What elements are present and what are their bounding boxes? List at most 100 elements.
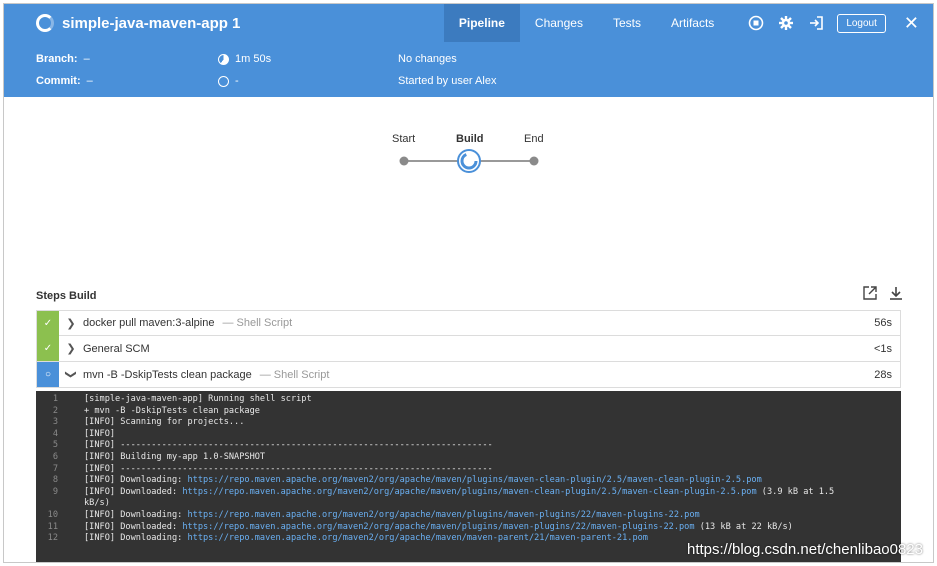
line-content: [INFO] Downloading:	[84, 533, 188, 544]
stage-label-end: End	[524, 133, 544, 145]
line-number: 8	[52, 475, 58, 486]
line-text: [INFO]	[84, 429, 854, 441]
step-row[interactable]: ○ ❯ mvn -B -DskipTests clean package — S…	[36, 362, 901, 388]
duration-icon	[218, 53, 229, 65]
step-duration: <1s	[873, 342, 892, 355]
line-text: [INFO] Downloading: https://repo.maven.a…	[84, 475, 854, 487]
started-by-value: Started by user Alex	[398, 75, 497, 87]
stage-label-start: Start	[392, 133, 416, 145]
step-name: General SCM	[83, 342, 150, 355]
console-line: 10 [INFO] Downloading: https://repo.maven…	[36, 510, 901, 522]
running-status-icon: ○	[37, 362, 59, 387]
chevron-right-icon[interactable]: ❯	[63, 317, 79, 330]
console-line: 9 [INFO] Downloaded: https://repo.maven.a…	[36, 487, 901, 510]
line-number: 3	[52, 417, 58, 428]
pipeline-graph: Start Build End	[4, 97, 933, 277]
line-content: [INFO] ---------------------------------…	[84, 463, 493, 474]
line-text: [INFO] Building my-app 1.0-SNAPSHOT	[84, 452, 854, 464]
line-content: [simple-java-maven-app] Running shell sc…	[84, 394, 312, 404]
run-summary: Branch: – Commit: – 1m 50s - No changes …	[4, 42, 933, 97]
console-line: 3 [INFO] Scanning for projects...	[36, 417, 901, 429]
stage-node-start[interactable]	[399, 156, 409, 166]
stage-connector	[399, 149, 539, 173]
log-link[interactable]: https://repo.maven.apache.org/maven2/org…	[182, 487, 756, 497]
console-line: 6 [INFO] Building my-app 1.0-SNAPSHOT	[36, 452, 901, 464]
line-number: 4	[52, 428, 58, 439]
step-name: docker pull maven:3-alpine	[83, 317, 215, 329]
logout-button[interactable]: Logout	[837, 13, 886, 33]
duration-info: 1m 50s	[218, 53, 271, 65]
time-info: -	[218, 75, 239, 87]
started-by-info: Started by user Alex	[398, 75, 496, 87]
stage-label-build: Build	[456, 133, 484, 145]
console-line: 2 + mvn -B -DskipTests clean package	[36, 406, 901, 418]
commit-label: Commit:	[36, 75, 81, 87]
console-log[interactable]: 1 [simple-java-maven-app] Running shell s…	[36, 391, 901, 562]
line-text: [INFO] Downloaded: https://repo.maven.ap…	[84, 522, 854, 534]
chevron-down-icon[interactable]: ❯	[65, 367, 78, 383]
steps-list: ✓ ❯ docker pull maven:3-alpine — Shell S…	[36, 310, 901, 388]
step-row[interactable]: ✓ ❯ docker pull maven:3-alpine — Shell S…	[36, 310, 901, 336]
download-icon[interactable]	[889, 286, 903, 305]
line-number: 10	[47, 509, 58, 520]
open-in-new-icon[interactable]	[863, 286, 877, 305]
exit-icon[interactable]	[807, 14, 825, 32]
close-icon[interactable]: ✕	[904, 13, 919, 34]
line-number: 7	[52, 463, 58, 474]
duration-value: 1m 50s	[235, 53, 272, 65]
line-number: 5	[52, 440, 58, 451]
tab-changes[interactable]: Changes	[520, 4, 598, 42]
commit-info: Commit: –	[36, 75, 93, 87]
line-content: + mvn -B -DskipTests clean package	[84, 405, 260, 416]
line-number: 9	[52, 486, 58, 497]
tab-tests[interactable]: Tests	[598, 4, 656, 42]
line-content: [INFO] ---------------------------------…	[84, 440, 493, 451]
tab-artifacts[interactable]: Artifacts	[656, 4, 729, 42]
step-duration: 28s	[874, 368, 892, 381]
step-name: mvn -B -DskipTests clean package	[83, 368, 252, 381]
console-line: 8 [INFO] Downloading: https://repo.maven.…	[36, 475, 901, 487]
changes-info: No changes	[398, 53, 457, 65]
line-text: [simple-java-maven-app] Running shell sc…	[84, 394, 854, 406]
line-content: [INFO] Downloading:	[84, 475, 188, 486]
top-bar: simple-java-maven-app 1 Pipeline Changes…	[4, 4, 933, 42]
line-text: [INFO] Downloaded: https://repo.maven.ap…	[84, 487, 854, 510]
line-number: 11	[47, 521, 58, 532]
log-link[interactable]: https://repo.maven.apache.org/maven2/org…	[187, 510, 699, 520]
log-link[interactable]: https://repo.maven.apache.org/maven2/org…	[187, 533, 647, 543]
line-content: [INFO]	[84, 428, 116, 439]
log-link[interactable]: https://repo.maven.apache.org/maven2/org…	[182, 522, 694, 532]
running-status-icon	[36, 14, 54, 32]
step-duration: 56s	[874, 317, 892, 329]
step-type: — Shell Script	[259, 368, 330, 381]
step-type: — Shell Script	[222, 317, 293, 329]
gear-icon[interactable]	[777, 14, 795, 32]
log-link[interactable]: https://repo.maven.apache.org/maven2/org…	[187, 475, 761, 485]
pipeline-title: simple-java-maven-app 1	[62, 14, 241, 32]
line-content: [INFO] Downloading:	[84, 509, 188, 520]
watermark: https://blog.csdn.net/chenlibao0823	[686, 541, 923, 558]
stage-node-end[interactable]	[529, 156, 539, 166]
chevron-right-icon[interactable]: ❯	[63, 342, 79, 355]
console-line: 1 [simple-java-maven-app] Running shell s…	[36, 394, 901, 406]
line-number: 1	[52, 394, 58, 404]
line-text: [INFO] ---------------------------------…	[84, 464, 854, 476]
line-text: [INFO] Scanning for projects...	[84, 417, 854, 429]
tab-bar: Pipeline Changes Tests Artifacts	[443, 4, 729, 42]
clock-icon	[218, 75, 229, 87]
line-content: [INFO] Downloaded:	[84, 486, 183, 497]
header-actions: Logout ✕	[741, 13, 919, 34]
line-content: [INFO] Downloaded:	[84, 521, 183, 532]
success-check-icon: ✓	[37, 336, 59, 361]
steps-heading: Steps Build	[36, 290, 97, 302]
step-row[interactable]: ✓ ❯ General SCM <1s	[36, 336, 901, 362]
line-number: 2	[52, 405, 58, 416]
tab-pipeline[interactable]: Pipeline	[443, 4, 520, 42]
success-check-icon: ✓	[37, 310, 59, 336]
line-text: [INFO] ---------------------------------…	[84, 440, 854, 452]
console-line: 5 [INFO] --------------------------------…	[36, 440, 901, 452]
commit-value: –	[86, 75, 93, 87]
branch-label: Branch:	[36, 53, 78, 65]
stop-icon[interactable]	[747, 14, 765, 32]
branch-value: –	[83, 53, 90, 65]
